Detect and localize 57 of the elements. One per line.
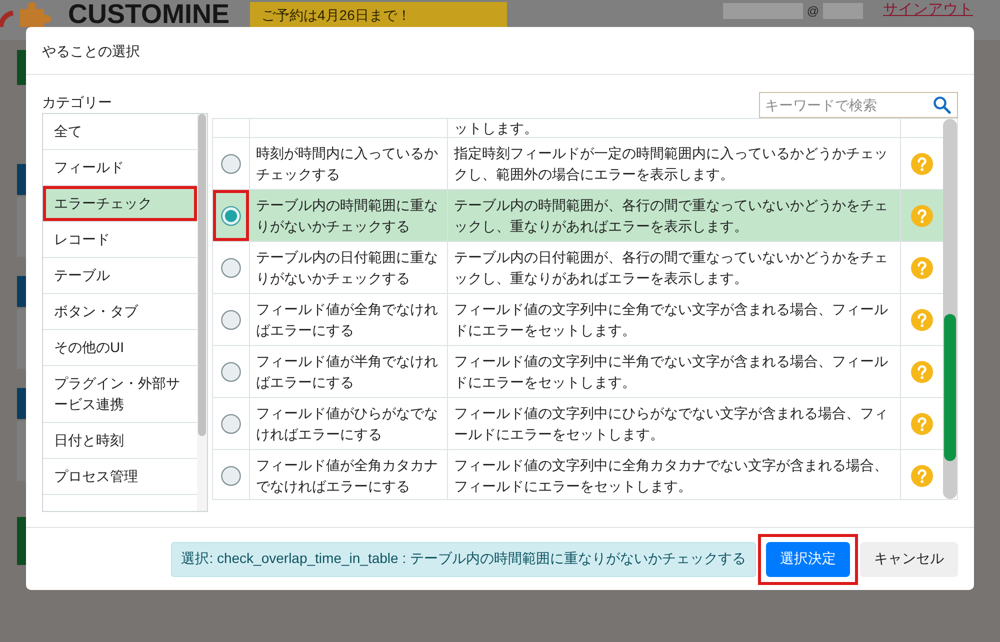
action-description: フィールド値の文字列中に半角でない文字が含まれる場合、フィールドにエラーをセットします。 xyxy=(448,346,901,397)
search-icon[interactable] xyxy=(933,96,951,114)
promo-banner[interactable]: ご予約は4月26日まで！ xyxy=(250,2,507,27)
action-description: テーブル内の日付範囲が、各行の間で重なっていないかどうかをチェックし、重なりがあればエラーを表示します。 xyxy=(448,242,901,293)
help-icon[interactable] xyxy=(911,256,933,278)
redaction-bar xyxy=(823,3,863,19)
table-row[interactable]: フィールド値が半角でなければエラーにする フィールド値の文字列中に半角でない文字が含まれる場合、フィールドにエラーをセットします。 xyxy=(213,346,943,398)
action-name: フィールド値が全角でなければエラーにする xyxy=(250,294,448,345)
action-description: フィールド値の文字列中に全角でない文字が含まれる場合、フィールドにエラーをセットします。 xyxy=(448,294,901,345)
scrollbar-thumb[interactable] xyxy=(198,114,206,436)
scrollbar-thumb[interactable] xyxy=(944,314,956,461)
radio-button[interactable] xyxy=(221,466,241,486)
radio-button[interactable] xyxy=(221,206,241,226)
action-name: テーブル内の日付範囲に重なりがないかチェックする xyxy=(250,242,448,293)
action-description: ットします。 xyxy=(448,119,901,137)
radio-button[interactable] xyxy=(221,362,241,382)
table-row[interactable]: フィールド値が全角カタカナでなければエラーにする フィールド値の文字列中に全角カタカナでない文字が含まれる場合、フィールドにエラーをセットします。 xyxy=(213,450,943,499)
action-name: フィールド値がひらがなでなければエラーにする xyxy=(250,398,448,449)
help-icon[interactable] xyxy=(911,360,933,382)
section-panel xyxy=(17,421,26,481)
selection-summary: 選択: check_overlap_time_in_table : テーブル内の時間範囲に重なりがないかチェックする xyxy=(171,542,756,576)
action-description: フィールド値の文字列中に全角カタカナでない文字が含まれる場合、フィールドにエラーをセットします。 xyxy=(448,450,901,499)
action-description: テーブル内の時間範囲が、各行の間で重なっていないかどうかをチェックし、重なりがあればエラーを表示します。 xyxy=(448,190,901,241)
section-panel xyxy=(17,197,26,257)
radio-button[interactable] xyxy=(221,154,241,174)
cancel-button[interactable]: キャンセル xyxy=(860,542,958,576)
category-label: カテゴリー xyxy=(42,93,112,112)
table-row[interactable]: テーブル内の時間範囲に重なりがないかチェックする テーブル内の時間範囲が、各行の間で重なっていないかどうかをチェックし、重なりがあればエラーを表示します。 xyxy=(213,190,943,242)
help-icon[interactable] xyxy=(911,412,933,434)
category-item[interactable]: エラーチェック xyxy=(43,186,197,222)
section-panel xyxy=(17,309,26,369)
help-icon[interactable] xyxy=(911,204,933,226)
action-name: フィールド値が全角カタカナでなければエラーにする xyxy=(250,450,448,499)
logo-text: CUSTOMINE xyxy=(68,1,230,28)
section-header xyxy=(17,276,26,307)
radio-button[interactable] xyxy=(221,414,241,434)
help-icon[interactable] xyxy=(911,152,933,174)
action-description: フィールド値の文字列中にひらがなでない文字が含まれる場合、フィールドにエラーをセットします。 xyxy=(448,398,901,449)
search-field[interactable]: キーワードで検索 xyxy=(759,92,958,118)
action-name: 時刻が時間内に入っているかチェックする xyxy=(250,138,448,189)
action-description: 指定時刻フィールドが一定の時間範囲内に入っているかどうかチェックし、範囲外の場合にエラーを表示します。 xyxy=(448,138,901,189)
action-bar xyxy=(17,50,26,85)
radio-button[interactable] xyxy=(221,258,241,278)
action-name: フィールド値が半角でなければエラーにする xyxy=(250,346,448,397)
help-icon[interactable] xyxy=(911,308,933,330)
table-row[interactable]: フィールド値が全角でなければエラーにする フィールド値の文字列中に全角でない文字が含まれる場合、フィールドにエラーをセットします。 xyxy=(213,294,943,346)
section-header xyxy=(17,164,26,195)
confirm-button[interactable]: 選択決定 xyxy=(766,542,850,576)
help-icon[interactable] xyxy=(911,464,933,486)
action-bar xyxy=(17,517,26,565)
action-name: テーブル内の時間範囲に重なりがないかチェックする xyxy=(250,190,448,241)
section-header xyxy=(17,388,26,419)
table-row[interactable]: テーブル内の日付範囲に重なりがないかチェックする テーブル内の日付範囲が、各行の間で重なっていないかどうかをチェックし、重なりがあればエラーを表示します。 xyxy=(213,242,943,294)
dialog-title: やることの選択 xyxy=(42,42,140,60)
user-email: @ xyxy=(806,3,819,19)
table-row[interactable]: フィールド値がひらがなでなければエラーにする フィールド値の文字列中にひらがなでない文字が含まれる場合、フィールドにエラーをセットします。 xyxy=(213,398,943,450)
radio-button[interactable] xyxy=(221,310,241,330)
